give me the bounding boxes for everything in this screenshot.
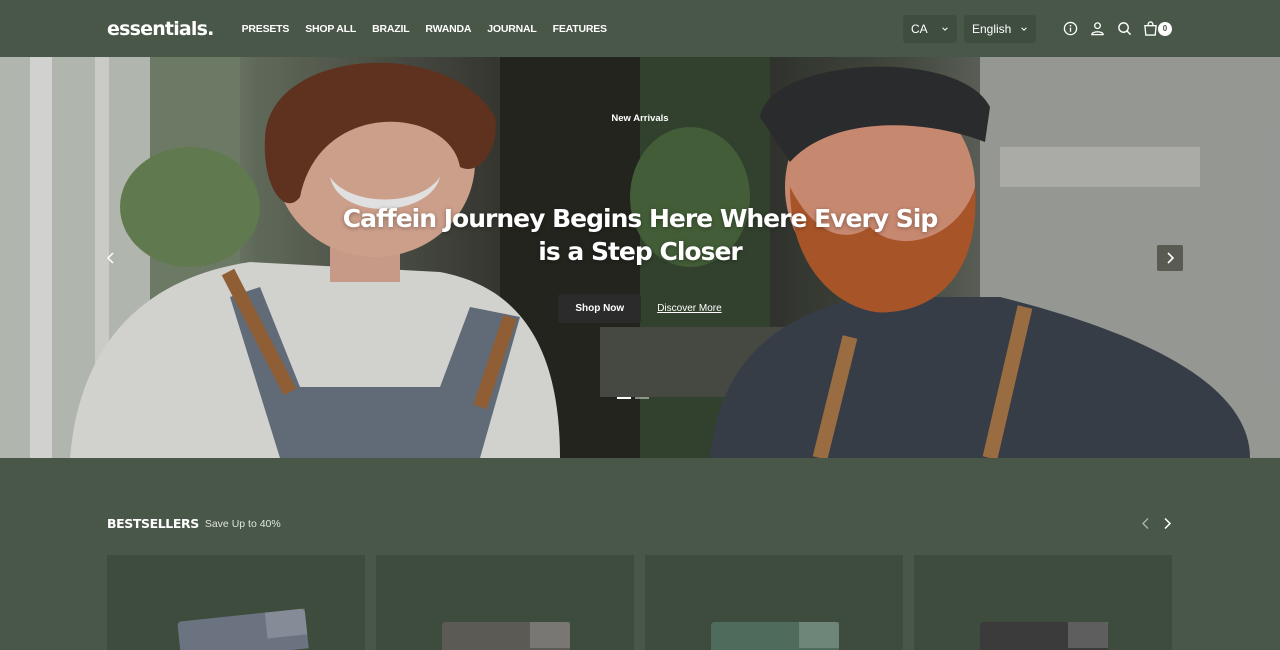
chevron-down-icon xyxy=(942,26,948,31)
hero-dot-1[interactable] xyxy=(617,397,631,399)
product-card[interactable] xyxy=(645,555,903,650)
cart-count-badge: 0 xyxy=(1158,21,1172,36)
header-actions: CA English 0 xyxy=(903,14,1173,43)
nav-item-brazil[interactable]: BRAZIL xyxy=(372,23,409,35)
language-value: English xyxy=(972,21,1012,36)
product-image xyxy=(442,622,570,650)
bestsellers-next-button[interactable] xyxy=(1161,517,1173,531)
nav-item-journal[interactable]: JOURNAL xyxy=(487,23,537,35)
hero-eyebrow: New Arrivals xyxy=(611,113,669,124)
account-icon[interactable] xyxy=(1089,21,1105,37)
product-card[interactable] xyxy=(914,555,1172,650)
country-value: CA xyxy=(911,21,928,36)
nav-item-presets[interactable]: PRESETS xyxy=(242,23,290,35)
chevron-left-icon xyxy=(106,252,114,264)
hero-dot-2[interactable] xyxy=(635,397,649,399)
cart-button[interactable]: 0 xyxy=(1143,21,1173,37)
info-icon[interactable] xyxy=(1062,21,1078,37)
nav-item-features[interactable]: FEATURES xyxy=(553,23,607,35)
cart-icon xyxy=(1144,21,1157,36)
hero-slider: New Arrivals Caffein Journey Begins Here… xyxy=(0,57,1280,458)
bestsellers-subtitle: Save Up to 40% xyxy=(204,517,281,530)
chevron-down-icon xyxy=(1021,26,1027,31)
nav-item-shop-all[interactable]: SHOP ALL xyxy=(305,23,356,35)
chevron-left-icon xyxy=(1141,518,1148,529)
hero-next-button[interactable] xyxy=(1157,245,1183,271)
logo[interactable]: essentials. xyxy=(107,18,214,40)
product-card[interactable] xyxy=(107,555,365,650)
main-nav: PRESETS SHOP ALL BRAZIL RWANDA JOURNAL F… xyxy=(242,23,607,35)
product-card[interactable] xyxy=(376,555,634,650)
chevron-right-icon xyxy=(1163,517,1171,530)
language-select[interactable]: English xyxy=(964,14,1036,43)
bestsellers-prev-button[interactable] xyxy=(1139,517,1151,531)
shop-now-button[interactable]: Shop Now xyxy=(558,294,642,323)
hero-title: Caffein Journey Begins Here Where Every … xyxy=(342,204,939,266)
search-icon[interactable] xyxy=(1116,21,1132,37)
nav-item-rwanda[interactable]: RWANDA xyxy=(425,23,471,35)
country-select[interactable]: CA xyxy=(903,14,957,43)
product-image xyxy=(177,608,309,650)
chevron-right-icon xyxy=(1167,252,1175,264)
site-header: essentials. PRESETS SHOP ALL BRAZIL RWAN… xyxy=(0,0,1280,57)
bestsellers-products xyxy=(107,555,1173,650)
product-image xyxy=(980,622,1108,650)
product-image xyxy=(711,622,839,650)
hero-ctas: Shop Now Discover More xyxy=(0,294,1280,323)
hero-prev-button[interactable] xyxy=(98,245,124,271)
bestsellers-title: BESTSELLERS xyxy=(107,516,199,531)
hero-pagination xyxy=(617,397,649,399)
bestsellers-header: BESTSELLERS Save Up to 40% xyxy=(107,516,1173,531)
discover-more-link[interactable]: Discover More xyxy=(657,303,721,314)
bestsellers-arrows xyxy=(1139,517,1173,531)
